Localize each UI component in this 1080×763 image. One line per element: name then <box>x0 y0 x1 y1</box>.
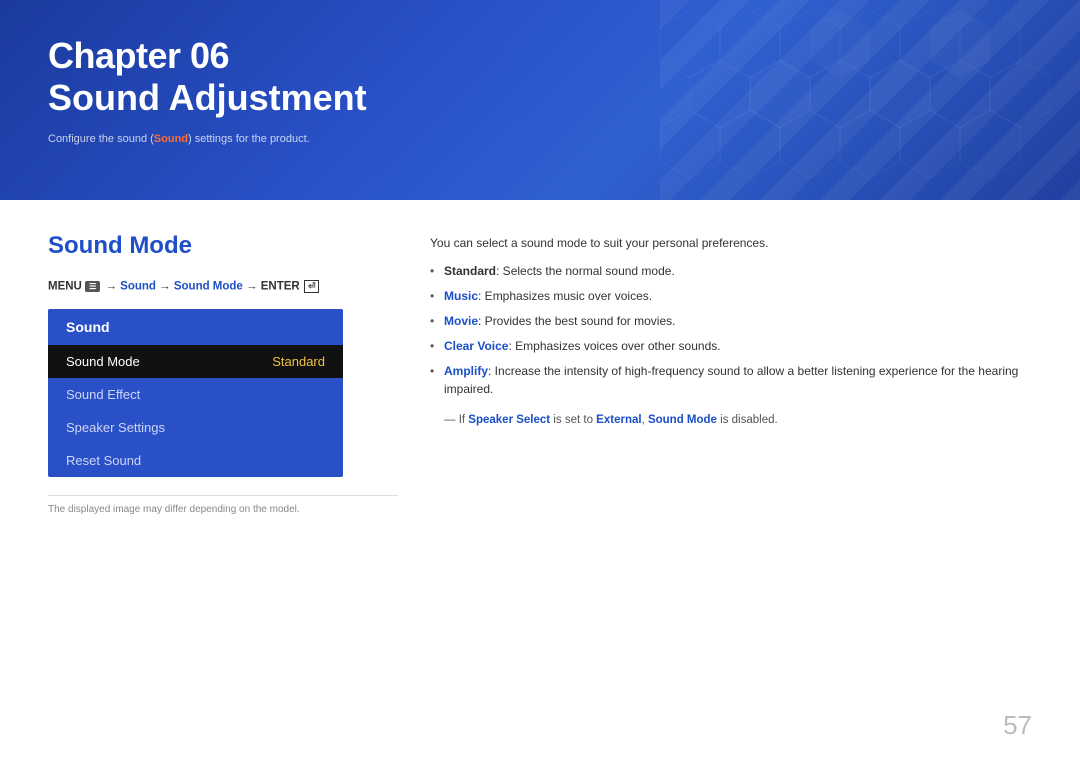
arrow2: → <box>159 281 174 293</box>
header-subtitle: Configure the sound (Sound) settings for… <box>48 133 1032 145</box>
menu-item-reset-sound[interactable]: Reset Sound <box>48 444 343 477</box>
section-title: Sound Mode <box>48 232 398 260</box>
menu-item-sound-effect[interactable]: Sound Effect <box>48 378 343 411</box>
menu-item-value: Standard <box>272 354 325 369</box>
menu-label: MENU <box>48 281 82 293</box>
menu-item-label: Reset Sound <box>66 453 141 468</box>
main-content: Sound Mode MENU ☰ → Sound → Sound Mode →… <box>0 200 1080 539</box>
header-banner: Chapter 06 Sound Adjustment Configure th… <box>0 0 1080 200</box>
list-item: Movie: Provides the best sound for movie… <box>430 312 1032 330</box>
note-speaker-select: Speaker Select <box>468 414 550 426</box>
desc-music: : Emphasizes music over voices. <box>478 289 652 303</box>
term-standard: Standard <box>444 264 496 278</box>
menu-item-label: Speaker Settings <box>66 420 165 435</box>
list-item: Music: Emphasizes music over voices. <box>430 287 1032 305</box>
term-music: Music <box>444 289 478 303</box>
desc-movie: : Provides the best sound for movies. <box>478 314 675 328</box>
note-end: is disabled. <box>717 414 778 426</box>
enter-icon: ⏎ <box>304 280 320 293</box>
menu-path: MENU ☰ → Sound → Sound Mode → ENTER ⏎ <box>48 280 398 293</box>
sound-menu-box: Sound Sound Mode Standard Sound Effect S… <box>48 309 343 477</box>
arrow3: → <box>246 281 261 293</box>
list-item: Standard: Selects the normal sound mode. <box>430 262 1032 280</box>
desc-standard: : Selects the normal sound mode. <box>496 264 675 278</box>
intro-text: You can select a sound mode to suit your… <box>430 236 1032 250</box>
subtitle-text: Configure the sound ( <box>48 133 154 145</box>
page-title: Sound Adjustment <box>48 76 1032 119</box>
menu-item-label: Sound Effect <box>66 387 140 402</box>
enter-label: ENTER <box>261 281 300 293</box>
desc-amplify: : Increase the intensity of high-frequen… <box>444 364 1018 396</box>
subtitle-end: ) settings for the product. <box>188 133 310 145</box>
note-prefix: If <box>459 414 469 426</box>
page-number: 57 <box>1003 710 1032 741</box>
menu-item-speaker-settings[interactable]: Speaker Settings <box>48 411 343 444</box>
list-item: Clear Voice: Emphasizes voices over othe… <box>430 337 1032 355</box>
note-text: If Speaker Select is set to External, So… <box>430 414 1032 426</box>
mode-link: Sound Mode <box>174 281 243 293</box>
chapter-label: Chapter 06 <box>48 36 1032 76</box>
menu-item-sound-mode[interactable]: Sound Mode Standard <box>48 345 343 378</box>
subtitle-highlight: Sound <box>154 133 188 145</box>
arrow1: → <box>105 281 117 293</box>
note-mid: is set to <box>550 414 596 426</box>
menu-icon: ☰ <box>85 281 100 292</box>
footnote: The displayed image may differ depending… <box>48 495 398 515</box>
list-item: Amplify: Increase the intensity of high-… <box>430 362 1032 398</box>
sound-link: Sound <box>120 281 156 293</box>
note-sound-mode: Sound Mode <box>648 414 717 426</box>
term-amplify: Amplify <box>444 364 488 378</box>
left-column: Sound Mode MENU ☰ → Sound → Sound Mode →… <box>48 232 398 515</box>
menu-item-label: Sound Mode <box>66 354 140 369</box>
term-clear-voice: Clear Voice <box>444 339 508 353</box>
bullet-list: Standard: Selects the normal sound mode.… <box>430 262 1032 398</box>
desc-clear-voice: : Emphasizes voices over other sounds. <box>508 339 720 353</box>
note-external: External <box>596 414 641 426</box>
term-movie: Movie <box>444 314 478 328</box>
right-column: You can select a sound mode to suit your… <box>430 232 1032 515</box>
sound-menu-header: Sound <box>48 309 343 345</box>
